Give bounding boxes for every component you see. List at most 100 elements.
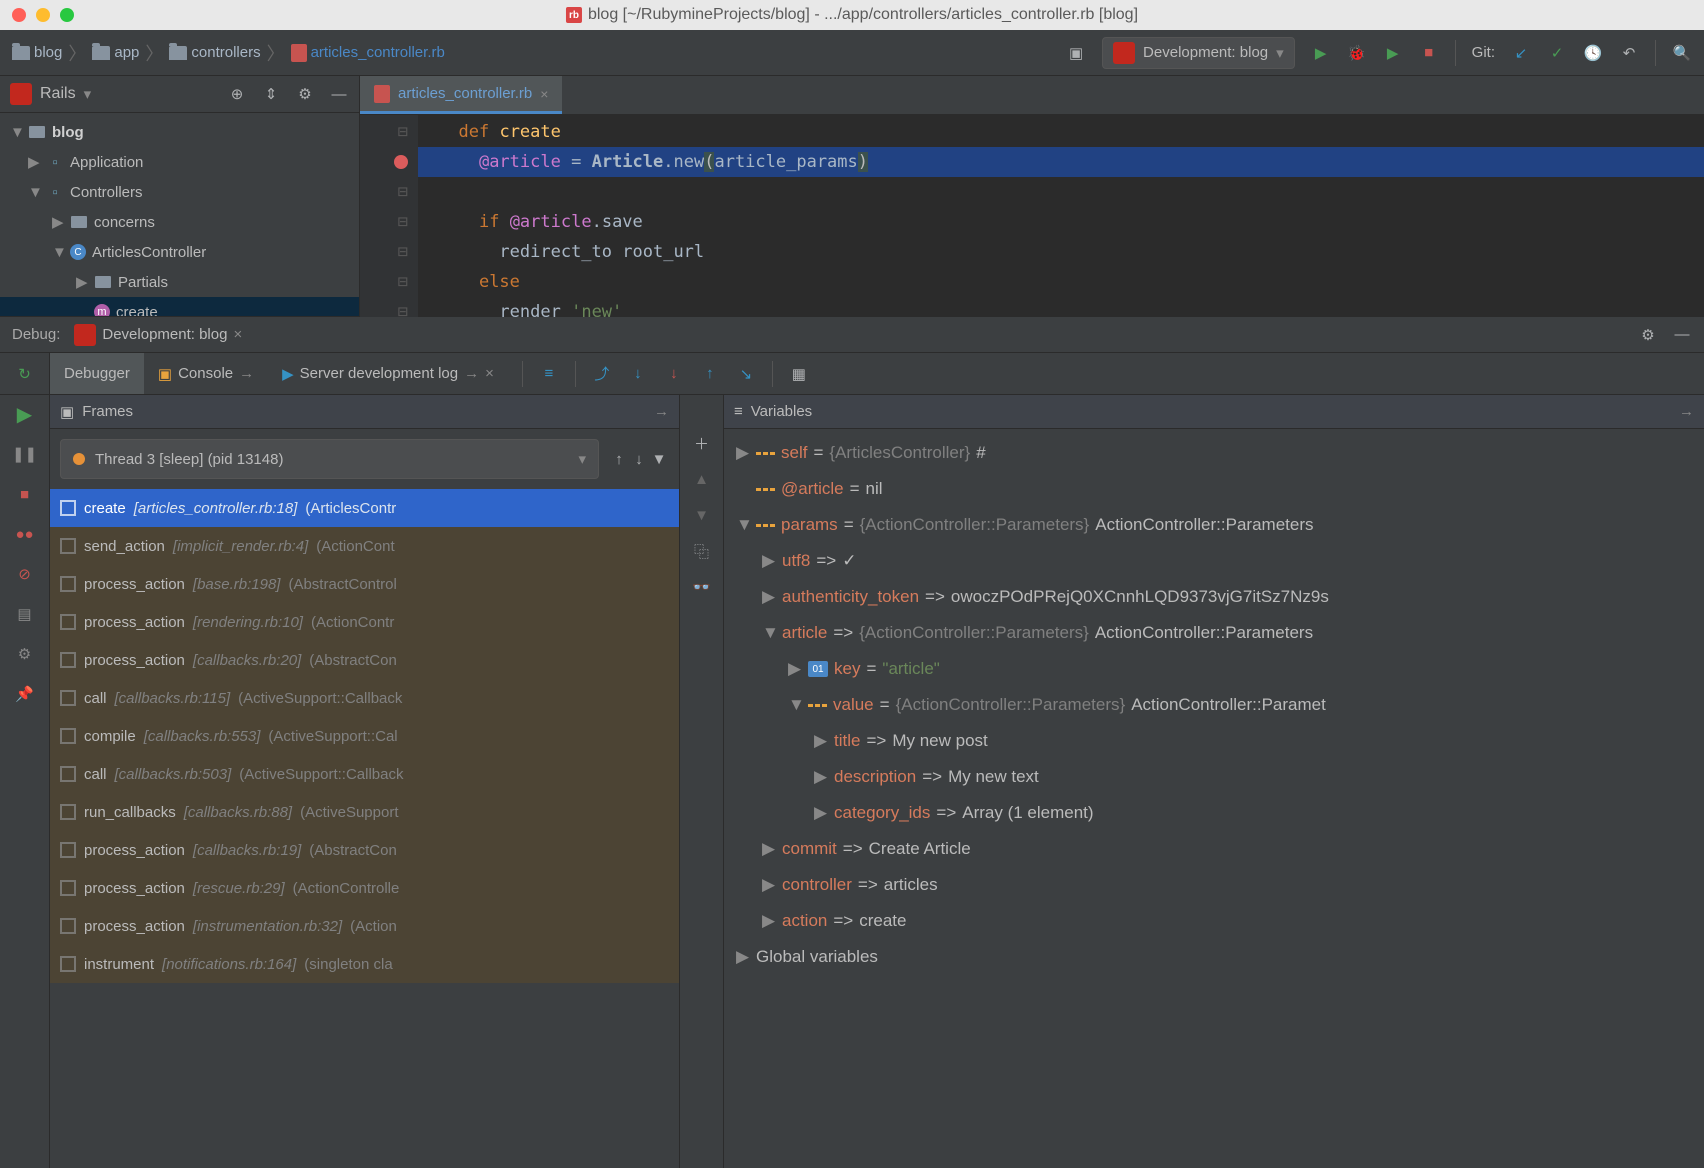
nav-up-icon[interactable]: ▲ <box>692 469 712 489</box>
frame-row[interactable]: process_action [rendering.rb:10] (Action… <box>50 603 679 641</box>
expand-arrow-icon[interactable]: ▼ <box>736 515 750 535</box>
variable-row[interactable]: ▶ action => create <box>724 903 1704 939</box>
variable-row[interactable]: ▶ description => My new text <box>724 759 1704 795</box>
gear-icon[interactable]: ⚙ <box>1638 325 1658 345</box>
gear-icon[interactable]: ⚙ <box>295 84 315 104</box>
code-line[interactable]: @article = Article.new(article_params) <box>418 147 1704 177</box>
next-frame-icon[interactable]: ↓ <box>629 449 649 469</box>
expand-arrow-icon[interactable]: ▶ <box>762 551 776 571</box>
frame-row[interactable]: process_action [instrumentation.rb:32] (… <box>50 907 679 945</box>
add-watch-icon[interactable]: ＋ <box>692 433 712 453</box>
run-to-cursor-icon[interactable]: ↘ <box>736 364 756 384</box>
expand-arrow-icon[interactable]: ▶ <box>736 443 750 463</box>
breadcrumb-item[interactable]: articles_controller.rb <box>291 44 445 62</box>
close-icon[interactable]: × <box>485 365 494 382</box>
close-window-button[interactable] <box>12 8 26 22</box>
variable-row[interactable]: ▶ self = {ArticlesController} # <box>724 435 1704 471</box>
minimize-window-button[interactable] <box>36 8 50 22</box>
variable-row[interactable]: ▼ article => {ActionController::Paramete… <box>724 615 1704 651</box>
frame-row[interactable]: send_action [implicit_render.rb:4] (Acti… <box>50 527 679 565</box>
code-line[interactable]: def create <box>418 117 1704 147</box>
tree-item[interactable]: ▶▫Application <box>0 147 359 177</box>
coverage-button[interactable]: ▶ <box>1383 43 1403 63</box>
pin-icon[interactable]: 📌 <box>14 683 36 705</box>
expand-arrow-icon[interactable]: ▶ <box>762 839 776 859</box>
step-into-icon[interactable]: ↓ <box>628 364 648 384</box>
vcs-commit-icon[interactable]: ✓ <box>1547 43 1567 63</box>
expand-arrow-icon[interactable]: ▶ <box>814 803 828 823</box>
collapse-icon[interactable]: ⇕ <box>261 84 281 104</box>
thread-selector[interactable]: Thread 3 [sleep] (pid 13148) ▾ <box>60 439 599 479</box>
stop-button[interactable]: ■ <box>1419 43 1439 63</box>
prev-frame-icon[interactable]: ↑ <box>609 449 629 469</box>
resume-icon[interactable]: ▶ <box>14 403 36 425</box>
code-line[interactable]: if @article.save <box>418 207 1704 237</box>
vcs-update-icon[interactable]: ↙ <box>1511 43 1531 63</box>
search-icon[interactable]: 🔍 <box>1672 43 1692 63</box>
vcs-history-icon[interactable]: 🕓 <box>1583 43 1603 63</box>
run-configuration-dropdown[interactable]: Development: blog ▾ <box>1102 37 1295 69</box>
expand-arrow-icon[interactable]: ▶ <box>788 659 802 679</box>
frame-row[interactable]: call [callbacks.rb:115] (ActiveSupport::… <box>50 679 679 717</box>
tree-item[interactable]: ▼CArticlesController <box>0 237 359 267</box>
force-step-into-icon[interactable]: ↓ <box>664 364 684 384</box>
variable-row[interactable]: ▶01 key = "article" <box>724 651 1704 687</box>
breadcrumb-item[interactable]: controllers <box>169 44 260 61</box>
layout-icon[interactable]: ▤ <box>14 603 36 625</box>
debugger-tab[interactable]: Debugger <box>50 353 144 394</box>
hide-icon[interactable]: — <box>1672 325 1692 345</box>
tree-item[interactable]: mcreate <box>0 297 359 316</box>
expand-arrow-icon[interactable]: ▼ <box>52 244 64 261</box>
run-button[interactable]: ▶ <box>1311 43 1331 63</box>
expand-arrow-icon[interactable]: ▶ <box>28 153 40 171</box>
nav-down-icon[interactable]: ▼ <box>692 505 712 525</box>
breakpoint-icon[interactable] <box>394 155 408 169</box>
expand-arrow-icon[interactable]: ▶ <box>736 947 750 967</box>
step-over-icon[interactable]: ⤴ <box>592 364 612 384</box>
frame-row[interactable]: compile [callbacks.rb:553] (ActiveSuppor… <box>50 717 679 755</box>
settings-icon[interactable]: ⚙ <box>14 643 36 665</box>
editor-tab[interactable]: articles_controller.rb × <box>360 76 562 114</box>
copy-icon[interactable]: ⿻ <box>692 541 712 561</box>
expand-arrow-icon[interactable]: ▼ <box>28 184 40 201</box>
show-execution-point-icon[interactable]: ≡ <box>539 364 559 384</box>
watches-icon[interactable]: 👓 <box>692 577 712 597</box>
variable-row[interactable]: ▶ authenticity_token => owoczPOdPRejQ0XC… <box>724 579 1704 615</box>
hide-icon[interactable]: — <box>329 84 349 104</box>
variable-row[interactable]: ▶ title => My new post <box>724 723 1704 759</box>
console-tab[interactable]: ▣Console→ <box>144 353 268 394</box>
fold-icon[interactable]: ⊟ <box>398 237 408 267</box>
evaluate-icon[interactable]: ▦ <box>789 364 809 384</box>
close-icon[interactable]: × <box>233 326 242 343</box>
expand-arrow-icon[interactable]: ▶ <box>814 731 828 751</box>
debug-session-tab[interactable]: Development: blog × <box>74 324 242 346</box>
fold-icon[interactable]: ⊟ <box>398 267 408 297</box>
expand-arrow-icon[interactable]: ▶ <box>762 875 776 895</box>
variable-row[interactable]: ▶ utf8 => ✓ <box>724 543 1704 579</box>
frame-row[interactable]: process_action [callbacks.rb:19] (Abstra… <box>50 831 679 869</box>
maximize-window-button[interactable] <box>60 8 74 22</box>
code-line[interactable]: else <box>418 267 1704 297</box>
close-tab-icon[interactable]: × <box>540 86 548 102</box>
variable-row[interactable]: ▼ params = {ActionController::Parameters… <box>724 507 1704 543</box>
frame-row[interactable]: process_action [rescue.rb:29] (ActionCon… <box>50 869 679 907</box>
fold-icon[interactable]: ⊟ <box>398 117 408 147</box>
expand-arrow-icon[interactable]: ▼ <box>762 623 776 643</box>
frame-row[interactable]: run_callbacks [callbacks.rb:88] (ActiveS… <box>50 793 679 831</box>
tree-root[interactable]: ▼ blog <box>0 117 359 147</box>
target-icon[interactable]: ⊕ <box>227 84 247 104</box>
expand-arrow-icon[interactable]: ▼ <box>788 695 802 715</box>
expand-arrow-icon[interactable]: ▶ <box>762 587 776 607</box>
variable-row[interactable]: ▶ Global variables <box>724 939 1704 975</box>
restore-layout-icon[interactable]: → <box>654 403 669 420</box>
build-icon[interactable]: ▣ <box>1066 43 1086 63</box>
tree-item[interactable]: ▶concerns <box>0 207 359 237</box>
frame-row[interactable]: process_action [base.rb:198] (AbstractCo… <box>50 565 679 603</box>
expand-arrow-icon[interactable]: ▶ <box>814 767 828 787</box>
frame-row[interactable]: create [articles_controller.rb:18] (Arti… <box>50 489 679 527</box>
expand-arrow-icon[interactable]: ▼ <box>10 124 22 141</box>
code-line[interactable] <box>418 177 1704 207</box>
tree-item[interactable]: ▶Partials <box>0 267 359 297</box>
expand-arrow-icon[interactable]: ▶ <box>76 273 88 291</box>
code-line[interactable]: redirect_to root_url <box>418 237 1704 267</box>
